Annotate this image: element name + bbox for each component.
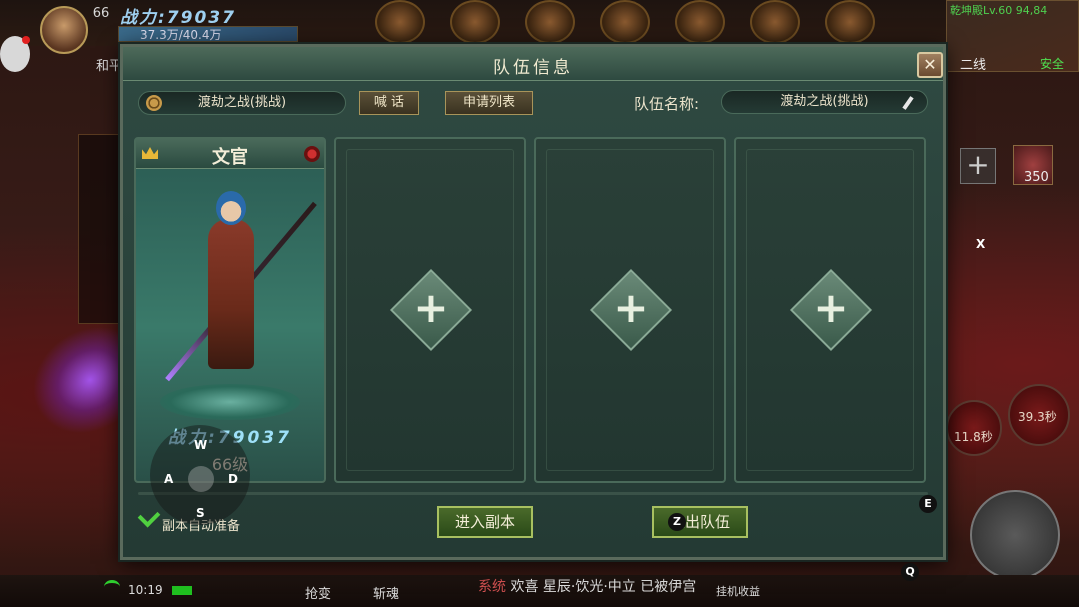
attack-button[interactable] xyxy=(970,490,1060,580)
safe-zone-label: 安全 xyxy=(1040,57,1065,71)
menu-icon-3[interactable] xyxy=(525,0,575,44)
apply-list-button[interactable]: 申请列表 xyxy=(445,91,533,115)
joystick-knob[interactable] xyxy=(188,466,214,492)
character-body xyxy=(208,219,254,369)
key-x: X xyxy=(976,237,986,251)
role-emblem-icon xyxy=(304,146,320,162)
close-button[interactable]: ✕ xyxy=(917,52,943,78)
key-e: E xyxy=(919,495,937,513)
dialog-title: 队伍信息 xyxy=(493,58,573,78)
menu-icon-6[interactable] xyxy=(750,0,800,44)
minimap-title: 乾坤殿Lv.60 94,84 xyxy=(950,4,1048,17)
menu-icon-5[interactable] xyxy=(675,0,725,44)
bottom-label-1[interactable]: 抢变 xyxy=(305,583,331,602)
player-power: 战力:79037 xyxy=(120,8,236,28)
clock: 10:19 xyxy=(128,583,163,597)
chat-channel: 系统 xyxy=(478,579,506,595)
key-q: Q xyxy=(901,563,919,581)
key-s: S xyxy=(196,506,205,520)
key-w: W xyxy=(194,438,208,452)
dialog-header: 队伍信息 ✕ xyxy=(123,47,943,81)
chat-line: 系统 欢喜 星辰·饮光·中立 已被伊宫 xyxy=(478,576,696,596)
character-model xyxy=(165,179,317,409)
slots-scrollbar[interactable] xyxy=(138,492,928,495)
shout-button[interactable]: 喊 话 xyxy=(359,91,419,115)
character-head xyxy=(216,191,246,225)
menu-icon-7[interactable] xyxy=(825,0,875,44)
leave-team-button[interactable]: 退出队伍 xyxy=(652,506,748,538)
battery-icon xyxy=(172,586,192,595)
player-level: 66 xyxy=(92,6,110,21)
menu-icon-1[interactable] xyxy=(375,0,425,44)
add-member-icon[interactable]: + xyxy=(602,281,660,339)
hp-text: 37.3万/40.4万 xyxy=(140,28,222,42)
bottom-label-2[interactable]: 斩魂 xyxy=(373,583,399,602)
notification-dot xyxy=(22,36,30,44)
team-name-field[interactable]: 渡劫之战(挑战) xyxy=(721,90,928,114)
player-avatar[interactable] xyxy=(40,6,88,54)
player-nickname: 和平 xyxy=(96,59,123,74)
team-slot-3[interactable]: + xyxy=(534,137,726,483)
add-member-icon[interactable]: + xyxy=(802,281,860,339)
menu-icon-4[interactable] xyxy=(600,0,650,44)
bottom-label-3[interactable]: 挂机收益 xyxy=(716,583,760,599)
gear-icon[interactable] xyxy=(146,95,162,111)
member-header: 文官 xyxy=(136,139,324,169)
key-a: A xyxy=(164,472,174,486)
add-slot-icon[interactable]: + xyxy=(960,148,996,184)
quest-panel[interactable] xyxy=(78,134,120,324)
enter-dungeon-button[interactable]: 进入副本 xyxy=(437,506,533,538)
team-slot-4[interactable]: + xyxy=(734,137,926,483)
skill-1-cooldown: 11.8秒 xyxy=(954,430,993,444)
team-name-label: 队伍名称: xyxy=(634,95,700,113)
key-z: Z xyxy=(668,513,686,531)
server-line[interactable]: 二线 xyxy=(960,54,986,73)
member-class: 文官 xyxy=(212,147,248,168)
chat-message: 欢喜 星辰·饮光·中立 已被伊宫 xyxy=(510,579,697,595)
dungeon-select[interactable]: 渡劫之战(挑战) xyxy=(138,91,346,115)
menu-icon-2[interactable] xyxy=(450,0,500,44)
team-slot-2[interactable]: + xyxy=(334,137,526,483)
add-member-icon[interactable]: + xyxy=(402,281,460,339)
wifi-icon xyxy=(104,580,120,594)
key-d: D xyxy=(228,472,238,486)
potion-count: 350 xyxy=(1024,170,1049,185)
skill-2-cooldown: 39.3秒 xyxy=(1018,410,1057,424)
team-slot-1[interactable]: 文官 战力:79037 66级 xyxy=(134,137,326,483)
